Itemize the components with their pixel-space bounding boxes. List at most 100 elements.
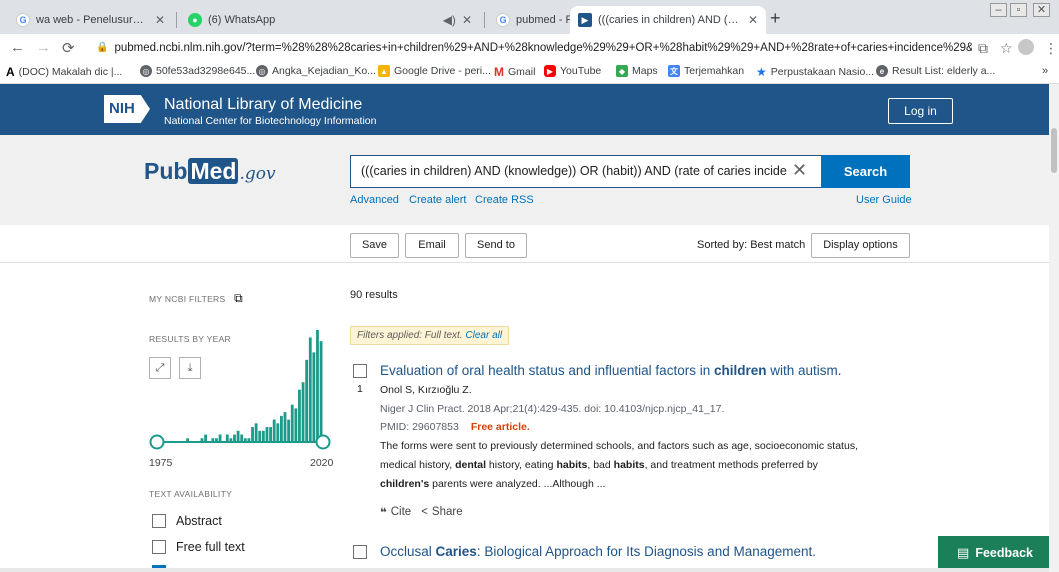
ebsco-icon: e (876, 65, 888, 77)
clear-all-link[interactable]: Clear all (465, 330, 502, 341)
save-button[interactable]: Save (350, 233, 399, 258)
result-citation: Niger J Clin Pract. 2018 Apr;21(4):429-4… (380, 403, 725, 415)
year-bar[interactable] (312, 352, 316, 442)
display-options-button[interactable]: Display options (811, 233, 910, 258)
search-button[interactable]: Search (821, 155, 910, 188)
filter-abstract[interactable]: Abstract (152, 514, 222, 528)
result-title-link[interactable]: Evaluation of oral health status and inf… (380, 363, 842, 378)
year-bar[interactable] (287, 419, 291, 442)
clear-search-icon[interactable]: ✕ (792, 160, 807, 181)
tab-wa-web[interactable]: G wa web - Penelusuran Google ✕ (8, 6, 173, 34)
sort-label[interactable]: Sorted by: Best match (697, 239, 805, 251)
close-icon[interactable]: ✕ (155, 13, 165, 27)
nih-logo[interactable]: NIH (104, 95, 150, 123)
year-bar[interactable] (233, 434, 236, 442)
ncbi-header: NIH National Library of Medicine Nationa… (0, 84, 1059, 135)
search-input[interactable]: (((caries in children) AND (knowledge)) … (350, 155, 822, 188)
result-pmid-row: PMID: 29607853 Free article. (380, 421, 530, 433)
year-bar[interactable] (305, 359, 309, 442)
checkbox[interactable] (152, 514, 166, 528)
year-bar[interactable] (272, 419, 276, 442)
close-icon[interactable]: ✕ (462, 13, 472, 27)
year-bar[interactable] (290, 404, 294, 442)
bookmark-item[interactable]: ◎ 50fe53ad3298e645... (140, 65, 255, 77)
restore-icon[interactable]: ▫ (1010, 3, 1027, 17)
bookmark-item[interactable]: A (DOC) Makalah dic |... (6, 65, 122, 79)
forward-icon[interactable]: → (36, 39, 51, 56)
checkbox[interactable] (152, 540, 166, 554)
result-title-link[interactable]: Occlusal Caries: Biological Approach for… (380, 544, 816, 559)
filter-free-full-text[interactable]: Free full text (152, 540, 245, 554)
year-bar[interactable] (236, 430, 240, 442)
filter-label: Abstract (176, 514, 222, 528)
year-bar[interactable] (265, 427, 269, 442)
bookmark-item[interactable]: ★ Perpustakaan Nasio... (756, 65, 874, 79)
bookmark-item[interactable]: ▶ YouTube (544, 65, 601, 77)
external-link-icon[interactable]: ⧉ (234, 291, 243, 305)
user-guide-link[interactable]: User Guide (856, 194, 912, 206)
minimize-icon[interactable]: – (990, 3, 1007, 17)
profile-avatar[interactable] (1018, 39, 1034, 55)
send-to-button[interactable]: Send to (465, 233, 527, 258)
year-bar[interactable] (319, 341, 323, 442)
pubmed-logo[interactable]: Pub Med .gov (144, 158, 276, 185)
free-article-badge: Free article. (470, 421, 530, 433)
tab-pubmed-results[interactable]: ▶ (((caries in children) AND (knowle ✕ (570, 6, 766, 34)
back-icon[interactable]: ← (10, 39, 25, 56)
snippet-text: , and treatment methods preferred by (644, 459, 818, 471)
create-rss-link[interactable]: Create RSS (475, 194, 534, 206)
feedback-button[interactable]: ▤ Feedback (938, 536, 1052, 569)
bookmark-item[interactable]: e Result List: elderly a... (876, 65, 995, 77)
youtube-icon: ▶ (544, 65, 556, 77)
year-bar[interactable] (225, 434, 229, 442)
close-icon[interactable]: ✕ (748, 13, 758, 27)
bookmark-item[interactable]: ▲ Google Drive - peri... (378, 65, 491, 77)
translate-icon[interactable]: ⧉ (978, 40, 988, 57)
bookmark-item[interactable]: ◎ Angka_Kejadian_Ko... (256, 65, 376, 77)
year-bar[interactable] (254, 423, 258, 442)
year-bar[interactable] (280, 415, 283, 442)
more-bookmarks-icon[interactable]: » (1042, 65, 1048, 77)
horizontal-scrollbar[interactable] (0, 568, 1049, 572)
year-bar[interactable] (316, 330, 319, 442)
nlm-title[interactable]: National Library of Medicine (164, 96, 362, 114)
year-bar[interactable] (294, 408, 298, 442)
menu-icon[interactable]: ⋮ (1044, 40, 1058, 57)
close-window-icon[interactable]: ✕ (1033, 3, 1050, 17)
speaker-icon[interactable]: ◀) (443, 13, 456, 27)
year-bar[interactable] (283, 412, 287, 442)
email-button[interactable]: Email (405, 233, 459, 258)
year-bar[interactable] (301, 382, 305, 442)
login-button[interactable]: Log in (888, 98, 953, 124)
year-end-handle[interactable] (315, 434, 331, 450)
result-checkbox[interactable] (353, 364, 367, 378)
share-button[interactable]: Share (432, 506, 463, 518)
year-bar[interactable] (269, 427, 272, 442)
year-bar[interactable] (276, 423, 280, 442)
filter-label: Free full text (176, 540, 245, 554)
bookmark-item[interactable]: M Gmail (494, 65, 535, 79)
year-bar[interactable] (261, 430, 265, 442)
create-alert-link[interactable]: Create alert (409, 194, 466, 206)
reload-icon[interactable]: ⟳ (62, 39, 75, 57)
address-bar[interactable]: 🔒 pubmed.ncbi.nlm.nih.gov/?term=%28%28%2… (96, 38, 972, 58)
year-bar[interactable] (204, 434, 208, 442)
filters-label: Filters applied: Full text. (357, 330, 463, 341)
year-bar[interactable] (251, 427, 254, 442)
year-bar[interactable] (258, 430, 262, 442)
year-bar[interactable] (218, 434, 222, 442)
result-checkbox[interactable] (353, 545, 367, 559)
star-icon[interactable]: ☆ (1000, 40, 1013, 57)
bookmark-item[interactable]: ◆ Maps (616, 65, 658, 77)
scrollbar-thumb[interactable] (1051, 128, 1057, 173)
cite-button[interactable]: Cite (391, 506, 411, 518)
year-bar[interactable] (240, 434, 244, 442)
tab-whatsapp[interactable]: ● (6) WhatsApp ◀) ✕ (180, 6, 480, 34)
year-bar[interactable] (308, 337, 312, 442)
results-by-year-chart[interactable] (149, 330, 333, 450)
year-start-handle[interactable] (149, 434, 165, 450)
advanced-link[interactable]: Advanced (350, 194, 399, 206)
bookmark-item[interactable]: 文 Terjemahkan (668, 65, 744, 77)
year-bar[interactable] (298, 389, 301, 442)
new-tab-icon[interactable]: + (770, 8, 781, 29)
